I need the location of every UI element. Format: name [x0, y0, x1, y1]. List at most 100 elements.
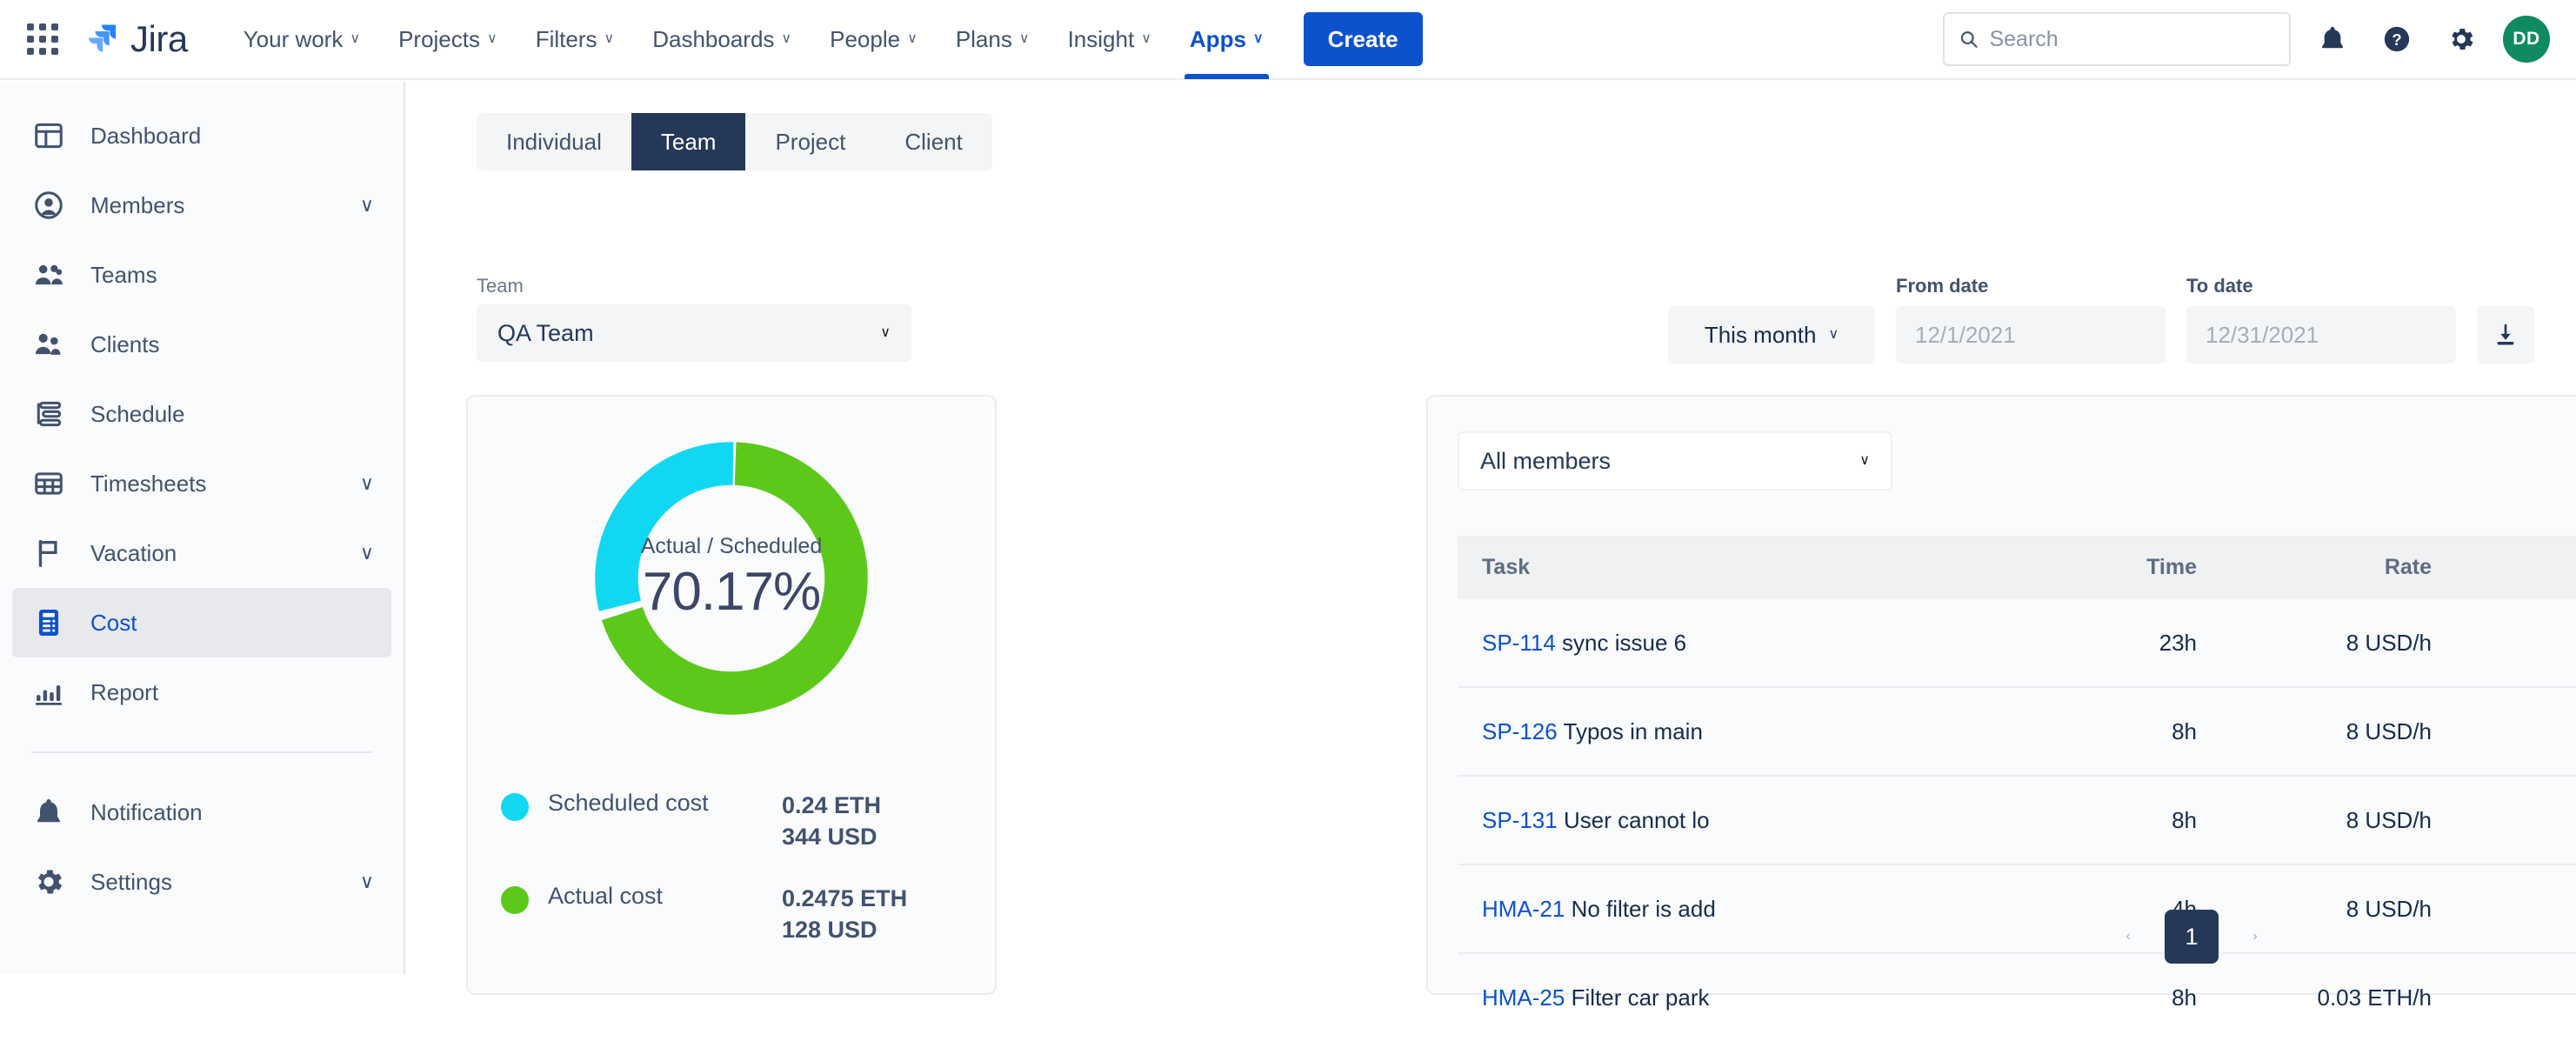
help-icon[interactable]: ? — [2374, 17, 2419, 62]
cell-time: 23h — [1979, 599, 2197, 688]
tab-client[interactable]: Client — [875, 113, 991, 170]
issue-key-link[interactable]: HMA-25 — [1482, 984, 1565, 1011]
bell-icon — [30, 793, 68, 831]
sidebar-item-clients[interactable]: Clients — [12, 310, 391, 379]
legend-value-usd: 128 USD — [782, 917, 878, 944]
chevron-down-icon: ∨ — [1252, 31, 1264, 46]
flag-icon — [30, 534, 68, 572]
nav-right-cluster: ? DD — [1943, 12, 2550, 66]
table-row: SP-131 User cannot lo8h8 USD/h64 USDML — [1458, 776, 2576, 865]
sidebar-item-label: Clients — [90, 330, 160, 357]
nav-item-dashboards[interactable]: Dashboards ∨ — [633, 0, 811, 79]
table-row: HMA-25 Filter car park 8h 0.03 ETH/h0.24 E… — [1458, 953, 2576, 1041]
nav-item-projects[interactable]: Projects ∨ — [379, 0, 517, 79]
chevron-down-icon: ∨ — [907, 31, 918, 46]
cell-cost: 0.24 ETH — [2432, 953, 2576, 1041]
apps-grid-icon[interactable] — [24, 21, 61, 57]
tab-team[interactable]: Team — [631, 113, 746, 170]
chevron-down-icon: ∨ — [1018, 31, 1030, 46]
table-header-row: Task Time Rate Cost Member — [1458, 536, 2576, 599]
cost-donut-card: Actual / Scheduled 70.17% Scheduled cost… — [466, 395, 997, 995]
table-row: SP-126 Typos in main8h8 USD/h64 USDML — [1458, 687, 2576, 777]
cell-rate: 8 USD/h — [2197, 687, 2432, 777]
settings-gear-icon[interactable] — [2439, 17, 2484, 62]
clients-icon — [30, 325, 68, 364]
nav-label: Plans — [955, 25, 1012, 52]
legend-label: Scheduled cost — [548, 790, 709, 816]
to-date-label: To date — [2186, 275, 2253, 297]
nav-item-plans[interactable]: Plans ∨ — [937, 0, 1049, 79]
chevron-down-icon: ∨ — [350, 31, 361, 46]
from-date-filter: From date — [1896, 275, 2166, 364]
legend-values: 0.24 ETH 344 USD — [782, 790, 969, 853]
cell-cost: 64 USD — [2432, 687, 2576, 777]
nav-item-apps[interactable]: Apps ∨ — [1171, 0, 1283, 79]
issue-key-link[interactable]: SP-114 — [1482, 630, 1556, 656]
notifications-icon[interactable] — [2310, 17, 2355, 62]
top-navigation-bar: Jira Your work ∨ Projects ∨ Filters ∨ Da… — [0, 0, 2576, 80]
search-input[interactable] — [1989, 26, 2275, 52]
sidebar-item-notification[interactable]: Notification — [12, 777, 391, 847]
issue-summary: User cannot lo — [1563, 806, 1710, 833]
sidebar-item-vacation[interactable]: Vacation ∨ — [12, 518, 391, 588]
nav-item-insight[interactable]: Insight ∨ — [1049, 0, 1171, 79]
chevron-down-icon[interactable]: ∨ — [360, 472, 374, 495]
column-header-cost: Cost — [2432, 536, 2576, 599]
legend-value-eth: 0.24 ETH — [782, 792, 882, 818]
nav-item-filters[interactable]: Filters ∨ — [517, 0, 634, 79]
sidebar-item-schedule[interactable]: Schedule — [12, 379, 391, 449]
chevron-down-icon[interactable]: ∨ — [360, 194, 374, 217]
chevron-down-icon[interactable]: ∨ — [360, 871, 374, 893]
donut-percentage: 70.17% — [642, 562, 821, 622]
tab-project[interactable]: Project — [745, 113, 875, 170]
cell-time: 8h — [1979, 687, 2197, 777]
nav-label: Dashboards — [652, 25, 775, 52]
tab-individual[interactable]: Individual — [477, 113, 631, 170]
download-button[interactable] — [2477, 306, 2534, 364]
period-filter: This month ∨ — [1668, 306, 1875, 364]
pagination-next-icon[interactable]: › — [2238, 919, 2272, 954]
timesheets-grid-icon — [30, 464, 68, 503]
member-select-value: All members — [1480, 447, 1612, 474]
search-box[interactable] — [1943, 12, 2291, 66]
sidebar-item-cost[interactable]: Cost — [12, 588, 391, 657]
cost-calculator-icon — [30, 604, 68, 642]
sidebar-item-teams[interactable]: Teams — [12, 240, 391, 310]
jira-logo[interactable]: Jira — [83, 18, 188, 60]
create-button[interactable]: Create — [1303, 12, 1423, 66]
cell-task: SP-114 sync issue 6 — [1458, 599, 1979, 688]
cell-task: SP-131 User cannot lo — [1458, 776, 1979, 865]
legend-values: 0.2475 ETH 128 USD — [782, 883, 969, 946]
member-select[interactable]: All members ∨ — [1458, 431, 1892, 490]
sidebar-item-dashboard[interactable]: Dashboard — [12, 101, 391, 170]
sidebar-item-report[interactable]: Report — [12, 657, 391, 727]
sidebar-item-members[interactable]: Members ∨ — [12, 170, 391, 240]
issue-key-link[interactable]: SP-131 — [1482, 807, 1558, 833]
pagination-prev-icon[interactable]: ‹ — [2111, 919, 2146, 954]
nav-item-people[interactable]: People ∨ — [811, 0, 937, 79]
sidebar-item-label: Members — [90, 191, 185, 218]
chevron-down-icon: ∨ — [880, 325, 891, 340]
cell-rate: 8 USD/h — [2197, 776, 2432, 865]
from-date-input[interactable] — [1896, 306, 2166, 364]
issue-summary: sync issue 6 — [1562, 629, 1687, 656]
pagination-page-1[interactable]: 1 — [2165, 910, 2219, 964]
team-select-value: QA Team — [497, 319, 594, 346]
sidebar-item-settings[interactable]: Settings ∨ — [12, 847, 391, 917]
table-row: SP-114 sync issue 623h8 USD/h184 USD — [1458, 599, 2576, 688]
to-date-input[interactable] — [2186, 306, 2456, 364]
chevron-down-icon: ∨ — [604, 31, 615, 46]
issue-key-link[interactable]: SP-126 — [1482, 718, 1558, 744]
nav-item-your-work[interactable]: Your work ∨ — [224, 0, 379, 79]
team-select[interactable]: QA Team ∨ — [477, 304, 911, 362]
period-select[interactable]: This month ∨ — [1668, 306, 1875, 364]
user-avatar[interactable]: DD — [2503, 16, 2550, 63]
dashboard-icon — [30, 117, 68, 155]
cell-time: 8h — [1979, 776, 2197, 865]
donut-caption: Actual / Scheduled — [640, 534, 823, 558]
nav-label: People — [830, 25, 901, 52]
chevron-down-icon[interactable]: ∨ — [360, 542, 374, 564]
sidebar-item-timesheets[interactable]: Timesheets ∨ — [12, 449, 391, 518]
chart-legend: Scheduled cost 0.24 ETH 344 USD Actual c… — [501, 790, 969, 976]
left-sidebar: Dashboard Members ∨ Teams Clients Schedu… — [0, 82, 405, 974]
